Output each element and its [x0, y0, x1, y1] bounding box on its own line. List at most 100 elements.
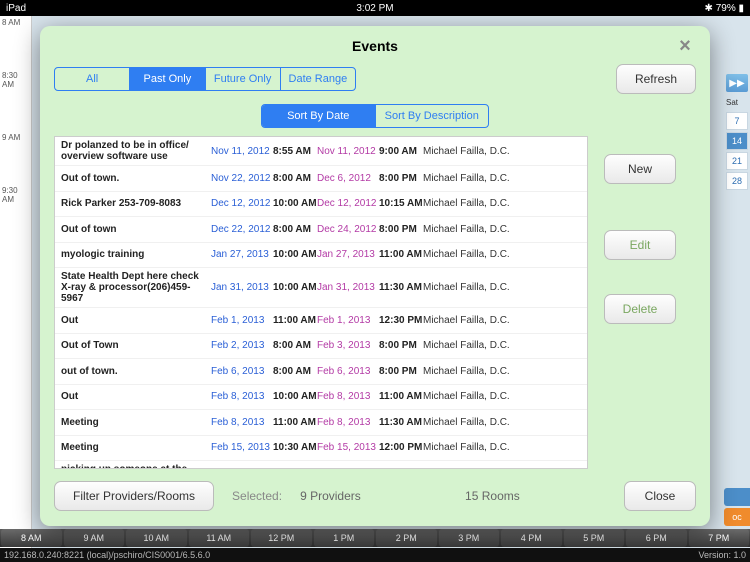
event-end-time: 11:00 AM [379, 391, 423, 402]
filter-tab-date-range[interactable]: Date Range [280, 68, 355, 90]
event-end-date: Feb 6, 2013 [317, 366, 379, 377]
event-row[interactable]: Dr polanzed to be in office/ overview so… [55, 137, 587, 166]
event-start-time: 8:00 AM [273, 173, 317, 184]
event-start-date: Jan 31, 2013 [211, 282, 273, 293]
event-desc: picking up someone at the airport [61, 464, 211, 469]
event-row[interactable]: Out of town.Nov 22, 20128:00 AMDec 6, 20… [55, 166, 587, 192]
event-start-time: 10:00 AM [273, 282, 317, 293]
event-desc: Dr polanzed to be in office/ overview so… [61, 140, 211, 162]
bg-side-button-2[interactable]: oc [724, 508, 750, 526]
bg-hour-cell: 7 PM [689, 529, 750, 547]
selected-providers: 9 Providers [300, 489, 361, 503]
event-row[interactable]: MeetingFeb 8, 201311:00 AMFeb 8, 201311:… [55, 410, 587, 436]
event-start-date: Feb 1, 2013 [211, 315, 273, 326]
close-button[interactable]: Close [624, 481, 696, 511]
filter-providers-button[interactable]: Filter Providers/Rooms [54, 481, 214, 511]
delete-button[interactable]: Delete [604, 294, 677, 324]
refresh-button[interactable]: Refresh [616, 64, 696, 94]
events-list[interactable]: Dr polanzed to be in office/ overview so… [54, 136, 588, 469]
event-row[interactable]: OutFeb 8, 201310:00 AMFeb 8, 201311:00 A… [55, 385, 587, 411]
event-end-date: Dec 12, 2012 [317, 198, 379, 209]
event-row[interactable]: out of town.Feb 6, 20138:00 AMFeb 6, 201… [55, 359, 587, 385]
event-start-time: 8:00 AM [273, 340, 317, 351]
event-desc: Out of town [61, 224, 211, 235]
bg-side-button-1[interactable] [724, 488, 750, 506]
event-end-date: Nov 11, 2012 [317, 146, 379, 157]
event-desc: out of town. [61, 366, 211, 377]
selected-label: Selected: [232, 489, 282, 503]
event-end-date: Dec 24, 2012 [317, 224, 379, 235]
event-start-date: Feb 15, 2013 [211, 442, 273, 453]
sort-segment: Sort By DateSort By Description [261, 104, 489, 128]
close-icon[interactable]: × [674, 36, 696, 58]
event-provider: Michael Failla, D.C. [423, 366, 527, 377]
event-desc: Meeting [61, 417, 211, 428]
event-desc: Rick Parker 253-709-8083 [61, 198, 211, 209]
selected-rooms: 15 Rooms [465, 489, 520, 503]
event-row[interactable]: Out of townDec 22, 20128:00 AMDec 24, 20… [55, 217, 587, 243]
bg-hour-cell: 4 PM [501, 529, 562, 547]
event-row[interactable]: picking up someone at the airportMar 1, … [55, 461, 587, 469]
edit-button[interactable]: Edit [604, 230, 677, 260]
filter-tab-past-only[interactable]: Past Only [129, 68, 204, 90]
bg-hour-scale: 8 AM9 AM10 AM11 AM12 PM1 PM2 PM3 PM4 PM5… [0, 529, 750, 547]
new-button[interactable]: New [604, 154, 676, 184]
fast-forward-icon[interactable]: ▶▶ [726, 74, 748, 92]
event-end-time: 8:00 PM [379, 173, 423, 184]
event-start-date: Dec 12, 2012 [211, 198, 273, 209]
sort-tab-0[interactable]: Sort By Date [262, 105, 375, 127]
event-start-time: 10:30 AM [273, 442, 317, 453]
event-end-date: Feb 8, 2013 [317, 391, 379, 402]
event-start-time: 11:00 AM [273, 417, 317, 428]
event-end-date: Dec 6, 2012 [317, 173, 379, 184]
event-end-time: 8:00 PM [379, 366, 423, 377]
bg-mini-calendar: Sat 7 14 21 28 [726, 98, 748, 192]
event-start-time: 10:00 AM [273, 391, 317, 402]
bg-hour-cell: 3 PM [439, 529, 500, 547]
battery: ✱ 79% ▮ [375, 3, 744, 14]
event-row[interactable]: Rick Parker 253-709-8083Dec 12, 201210:0… [55, 192, 587, 218]
event-end-time: 10:15 AM [379, 198, 423, 209]
event-end-date: Jan 31, 2013 [317, 282, 379, 293]
filter-tab-all[interactable]: All [55, 68, 129, 90]
event-row[interactable]: State Health Dept here check X-ray & pro… [55, 268, 587, 308]
bg-footer: 192.168.0.240:8221 (local)/pschiro/CIS00… [0, 548, 750, 562]
event-end-time: 11:30 AM [379, 417, 423, 428]
bg-time-gutter: 8 AM 8:30 AM 9 AM 9:30 AM [0, 16, 32, 562]
ios-status-bar: iPad 3:02 PM ✱ 79% ▮ [0, 0, 750, 16]
event-desc: Meeting [61, 442, 211, 453]
event-start-time: 8:55 AM [273, 146, 317, 157]
event-row[interactable]: Out of TownFeb 2, 20138:00 AMFeb 3, 2013… [55, 334, 587, 360]
event-row[interactable]: myologic trainingJan 27, 201310:00 AMJan… [55, 243, 587, 269]
event-start-date: Feb 8, 2013 [211, 417, 273, 428]
event-end-date: Feb 15, 2013 [317, 442, 379, 453]
event-start-date: Feb 6, 2013 [211, 366, 273, 377]
event-start-time: 8:00 AM [273, 366, 317, 377]
event-start-time: 10:00 AM [273, 198, 317, 209]
event-row[interactable]: OutFeb 1, 201311:00 AMFeb 1, 201312:30 P… [55, 308, 587, 334]
modal-footer: Filter Providers/Rooms Selected: 9 Provi… [54, 481, 696, 511]
event-row[interactable]: MeetingFeb 15, 201310:30 AMFeb 15, 20131… [55, 436, 587, 462]
bg-hour-cell: 9 AM [64, 529, 125, 547]
event-start-date: Feb 2, 2013 [211, 340, 273, 351]
sort-tab-1[interactable]: Sort By Description [375, 105, 489, 127]
filter-tab-future-only[interactable]: Future Only [205, 68, 280, 90]
event-end-date: Feb 8, 2013 [317, 417, 379, 428]
event-provider: Michael Failla, D.C. [423, 224, 527, 235]
event-start-date: Dec 22, 2012 [211, 224, 273, 235]
event-start-date: Jan 27, 2013 [211, 249, 273, 260]
event-desc: Out of Town [61, 340, 211, 351]
event-end-date: Feb 1, 2013 [317, 315, 379, 326]
bg-hour-cell: 5 PM [564, 529, 625, 547]
bg-hour-cell: 10 AM [126, 529, 187, 547]
event-provider: Michael Failla, D.C. [423, 198, 527, 209]
event-provider: Michael Failla, D.C. [423, 282, 527, 293]
event-desc: myologic training [61, 249, 211, 260]
event-end-time: 8:00 PM [379, 340, 423, 351]
event-start-date: Nov 11, 2012 [211, 146, 273, 157]
event-end-date: Feb 3, 2013 [317, 340, 379, 351]
event-provider: Michael Failla, D.C. [423, 173, 527, 184]
event-provider: Michael Failla, D.C. [423, 249, 527, 260]
filter-segment: AllPast OnlyFuture OnlyDate Range [54, 67, 356, 91]
event-desc: State Health Dept here check X-ray & pro… [61, 271, 211, 304]
